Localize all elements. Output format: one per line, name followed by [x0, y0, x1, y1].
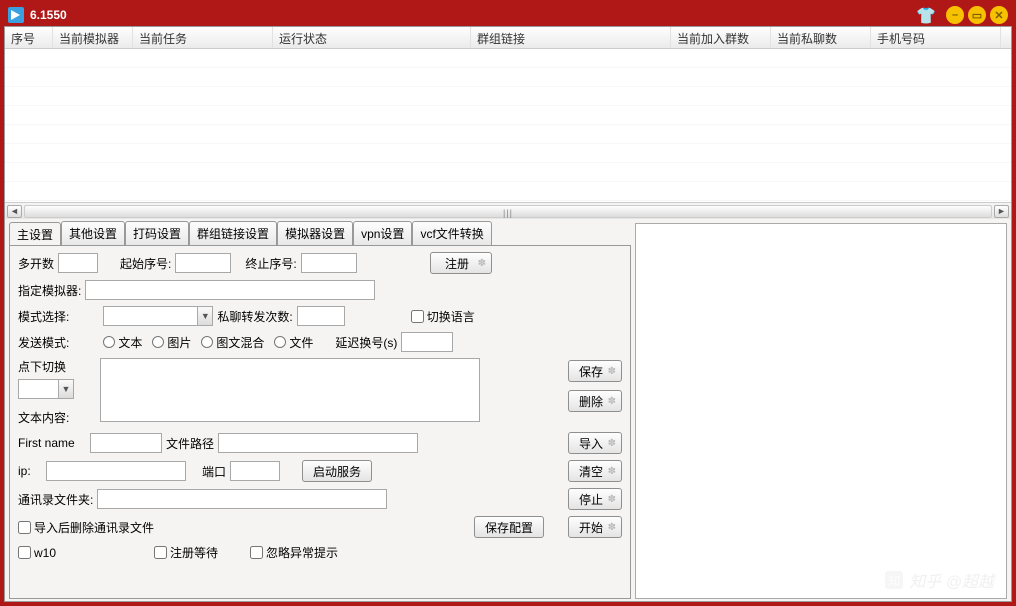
- delay-input[interactable]: [401, 332, 453, 352]
- log-panel: [635, 223, 1007, 599]
- tab-2[interactable]: 打码设置: [125, 221, 189, 245]
- ignore-error-checkbox[interactable]: 忽略异常提示: [250, 544, 338, 561]
- save-config-button[interactable]: 保存配置: [474, 516, 544, 538]
- mode-select[interactable]: ▼: [103, 306, 213, 326]
- switch-lang-checkbox[interactable]: 切换语言: [411, 308, 475, 325]
- switch-select[interactable]: ▼: [18, 379, 74, 399]
- horizontal-scrollbar[interactable]: ◄ ||| ►: [5, 202, 1011, 219]
- minimize-button[interactable]: –: [946, 6, 964, 24]
- multi-open-input[interactable]: [58, 253, 98, 273]
- content-label: 文本内容:: [18, 409, 96, 426]
- grid-column-header[interactable]: 当前加入群数: [671, 27, 771, 48]
- contact-folder-input[interactable]: [97, 489, 387, 509]
- send-mode-file[interactable]: 文件: [274, 334, 313, 351]
- start-button[interactable]: 开始: [568, 516, 622, 538]
- file-path-label: 文件路径: [166, 435, 214, 452]
- grid-column-header[interactable]: 手机号码: [871, 27, 1001, 48]
- reg-wait-checkbox[interactable]: 注册等待: [154, 544, 218, 561]
- designated-emulator-label: 指定模拟器:: [18, 282, 81, 299]
- grid-column-header[interactable]: 运行状态: [273, 27, 471, 48]
- start-seq-input[interactable]: [175, 253, 231, 273]
- content-textarea[interactable]: [100, 358, 480, 422]
- tab-5[interactable]: vpn设置: [353, 221, 412, 245]
- tab-3[interactable]: 群组链接设置: [189, 221, 277, 245]
- window-title: 6.1550: [30, 8, 67, 22]
- grid-column-header[interactable]: 序号: [5, 27, 53, 48]
- pm-forward-count-label: 私聊转发次数:: [217, 308, 292, 325]
- maximize-button[interactable]: ▭: [968, 6, 986, 24]
- scroll-right-arrow[interactable]: ►: [994, 205, 1009, 218]
- tab-1[interactable]: 其他设置: [61, 221, 125, 245]
- tab-6[interactable]: vcf文件转换: [412, 221, 491, 245]
- grid-header: 序号当前模拟器当前任务运行状态群组链接当前加入群数当前私聊数手机号码: [5, 27, 1011, 49]
- titlebar: 6.1550 👕 – ▭ ✕: [4, 4, 1012, 26]
- tab-4[interactable]: 模拟器设置: [277, 221, 353, 245]
- ip-label: ip:: [18, 464, 42, 478]
- w10-checkbox[interactable]: w10: [18, 546, 56, 560]
- import-button[interactable]: 导入: [568, 432, 622, 454]
- tabs: 主设置其他设置打码设置群组链接设置模拟器设置vpn设置vcf文件转换: [9, 223, 631, 245]
- tab-panel-main: 多开数 起始序号: 终止序号: 注册 指定模拟器:: [9, 245, 631, 599]
- app-icon: [8, 7, 24, 23]
- start-seq-label: 起始序号:: [120, 255, 171, 272]
- port-label: 端口: [202, 463, 226, 480]
- grid-body: [5, 49, 1011, 202]
- delete-after-import-checkbox[interactable]: 导入后删除通讯录文件: [18, 519, 154, 536]
- stop-button[interactable]: 停止: [568, 488, 622, 510]
- close-button[interactable]: ✕: [990, 6, 1008, 24]
- pm-forward-count-input[interactable]: [297, 306, 345, 326]
- grid-column-header[interactable]: 群组链接: [471, 27, 671, 48]
- data-grid: 序号当前模拟器当前任务运行状态群组链接当前加入群数当前私聊数手机号码: [5, 27, 1011, 202]
- ip-input[interactable]: [46, 461, 186, 481]
- scroll-left-arrow[interactable]: ◄: [7, 205, 22, 218]
- contact-folder-label: 通讯录文件夹:: [18, 491, 93, 508]
- send-mode-image[interactable]: 图片: [152, 334, 191, 351]
- save-button[interactable]: 保存: [568, 360, 622, 382]
- file-path-input[interactable]: [218, 433, 418, 453]
- designated-emulator-input[interactable]: [85, 280, 375, 300]
- start-service-button[interactable]: 启动服务: [302, 460, 372, 482]
- send-mode-mixed[interactable]: 图文混合: [201, 334, 264, 351]
- grid-column-header[interactable]: 当前私聊数: [771, 27, 871, 48]
- tab-0[interactable]: 主设置: [9, 222, 61, 246]
- grid-column-header[interactable]: 当前任务: [133, 27, 273, 48]
- first-name-input[interactable]: [90, 433, 162, 453]
- delay-label: 延迟换号(s): [335, 334, 397, 351]
- grid-column-header[interactable]: 当前模拟器: [53, 27, 133, 48]
- shirt-icon[interactable]: 👕: [916, 6, 936, 24]
- first-name-label: First name: [18, 436, 86, 450]
- delete-button[interactable]: 删除: [568, 390, 622, 412]
- mode-select-label: 模式选择:: [18, 308, 69, 325]
- end-seq-label: 终止序号:: [245, 255, 296, 272]
- clear-button[interactable]: 清空: [568, 460, 622, 482]
- send-mode-text[interactable]: 文本: [103, 334, 142, 351]
- switch-label: 点下切换: [18, 358, 96, 375]
- multi-open-label: 多开数: [18, 255, 54, 272]
- send-mode-label: 发送模式:: [18, 334, 69, 351]
- end-seq-input[interactable]: [301, 253, 357, 273]
- register-button[interactable]: 注册: [430, 252, 492, 274]
- port-input[interactable]: [230, 461, 280, 481]
